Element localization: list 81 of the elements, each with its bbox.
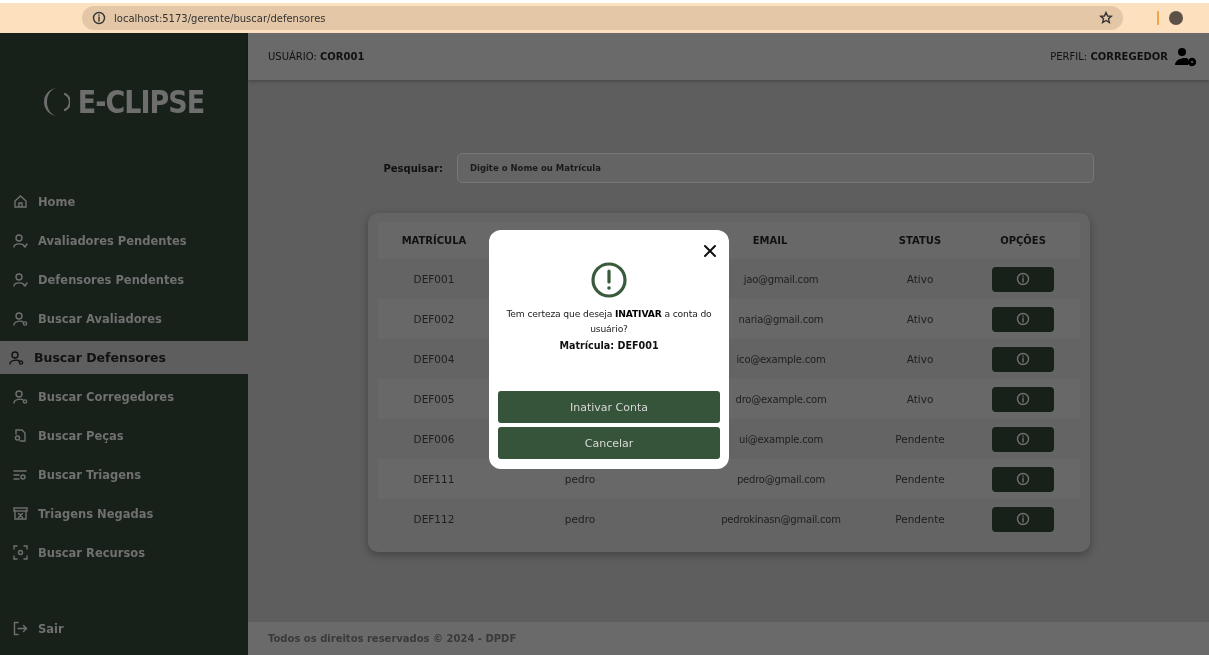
table-cell: Ativo — [906, 313, 934, 325]
crescent-moon-icon — [43, 86, 70, 118]
sidebar-item[interactable]: Defensores Pendentes — [0, 263, 248, 296]
close-icon — [703, 244, 717, 258]
table-cell: DEF001 — [413, 273, 455, 285]
column-header: STATUS — [897, 235, 943, 246]
logo-text: E-CLIPSE — [77, 84, 205, 120]
info-button[interactable] — [992, 266, 1054, 292]
sidebar-item[interactable]: Home — [0, 185, 248, 218]
profile-role: PERFIL: CORREGEDOR — [1050, 51, 1168, 62]
sidebar-item[interactable]: Buscar Corregedores — [0, 380, 248, 413]
info-button[interactable] — [992, 466, 1054, 492]
info-button[interactable] — [992, 346, 1054, 372]
dialog-button[interactable]: Inativar Conta — [498, 391, 720, 423]
column-header: EMAIL — [751, 235, 789, 246]
column-header: MATRÍCULA — [400, 235, 468, 246]
url-text: localhost:5173/gerente/buscar/defensores — [114, 12, 327, 24]
info-icon — [1016, 312, 1030, 326]
info-icon — [1016, 472, 1030, 486]
user-check-icon — [13, 272, 28, 287]
table-cell: DEF002 — [413, 313, 455, 325]
table-cell: ico@example.com — [736, 353, 826, 365]
info-button[interactable] — [992, 306, 1054, 332]
table-cell: pedrokinasn@gmail.com — [721, 513, 841, 525]
sidebar-item[interactable]: Avaliadores Pendentes — [0, 224, 248, 257]
sidebar-item[interactable]: Buscar Avaliadores — [0, 302, 248, 335]
user-check-icon — [13, 233, 28, 248]
table-cell: DEF005 — [413, 393, 455, 405]
confirm-message: Tem certeza que deseja INATIVAR a conta do usuário? — [505, 307, 713, 336]
table-cell: Ativo — [906, 393, 934, 405]
home-icon — [13, 194, 28, 209]
table-cell: Ativo — [906, 273, 934, 285]
info-icon — [1016, 392, 1030, 406]
user-search-icon — [13, 311, 28, 326]
info-icon — [1016, 272, 1030, 286]
table-cell: ui@example.com — [739, 433, 823, 445]
profile-avatar[interactable] — [1169, 11, 1183, 25]
table-cell: dro@example.com — [735, 393, 827, 405]
user-id: USUÁRIO: COR001 — [268, 51, 365, 62]
table-cell: DEF004 — [413, 353, 455, 365]
dialog-button[interactable]: Cancelar — [498, 427, 720, 459]
info-icon — [1016, 352, 1030, 366]
user-search-icon — [9, 350, 24, 365]
info-button[interactable] — [992, 426, 1054, 452]
table-cell: jao@gmail.com — [743, 273, 819, 285]
sidebar-item[interactable]: Triagens Negadas — [0, 497, 248, 530]
sidebar-item[interactable]: Buscar Triagens — [0, 458, 248, 491]
table-cell: Pendente — [895, 473, 945, 485]
table-cell: DEF112 — [413, 513, 455, 525]
search-label: Pesquisar: — [383, 162, 443, 174]
file-search-icon — [13, 428, 28, 443]
user-search-icon — [13, 389, 28, 404]
sidebar-item[interactable]: Buscar Recursos — [0, 536, 248, 569]
address-bar[interactable]: localhost:5173/gerente/buscar/defensores — [82, 6, 1123, 30]
column-header: OPÇÕES — [999, 235, 1047, 246]
info-icon — [92, 11, 106, 25]
sidebar-item[interactable]: Buscar Defensores — [0, 341, 248, 374]
list-search-icon — [13, 467, 28, 482]
table-cell: DEF006 — [413, 433, 455, 445]
user-gear-icon — [1174, 46, 1197, 67]
table-cell: naria@gmail.com — [738, 313, 824, 325]
registration-id: Matrícula: DEF001 — [559, 340, 659, 351]
table-cell: Ativo — [906, 353, 934, 365]
search-field[interactable]: Digite o Nome ou Matrícula — [456, 153, 1094, 183]
table-cell: pedro — [564, 473, 596, 485]
logout-link[interactable]: Sair — [0, 612, 248, 645]
table-cell: pedro@gmail.com — [736, 473, 826, 485]
table-cell: Pendente — [895, 513, 945, 525]
table-cell: pedro — [564, 513, 596, 525]
info-icon — [1016, 432, 1030, 446]
info-button[interactable] — [992, 386, 1054, 412]
sidebar-item[interactable]: Buscar Peças — [0, 419, 248, 452]
archive-icon — [13, 506, 28, 521]
exclamation-icon — [591, 262, 627, 298]
table-cell: DEF111 — [413, 473, 455, 485]
scan-search-icon — [13, 545, 28, 560]
table-cell: Pendente — [895, 433, 945, 445]
star-icon — [1099, 11, 1113, 25]
logout-icon — [13, 621, 28, 636]
info-button[interactable] — [992, 506, 1054, 532]
info-icon — [1016, 512, 1030, 526]
